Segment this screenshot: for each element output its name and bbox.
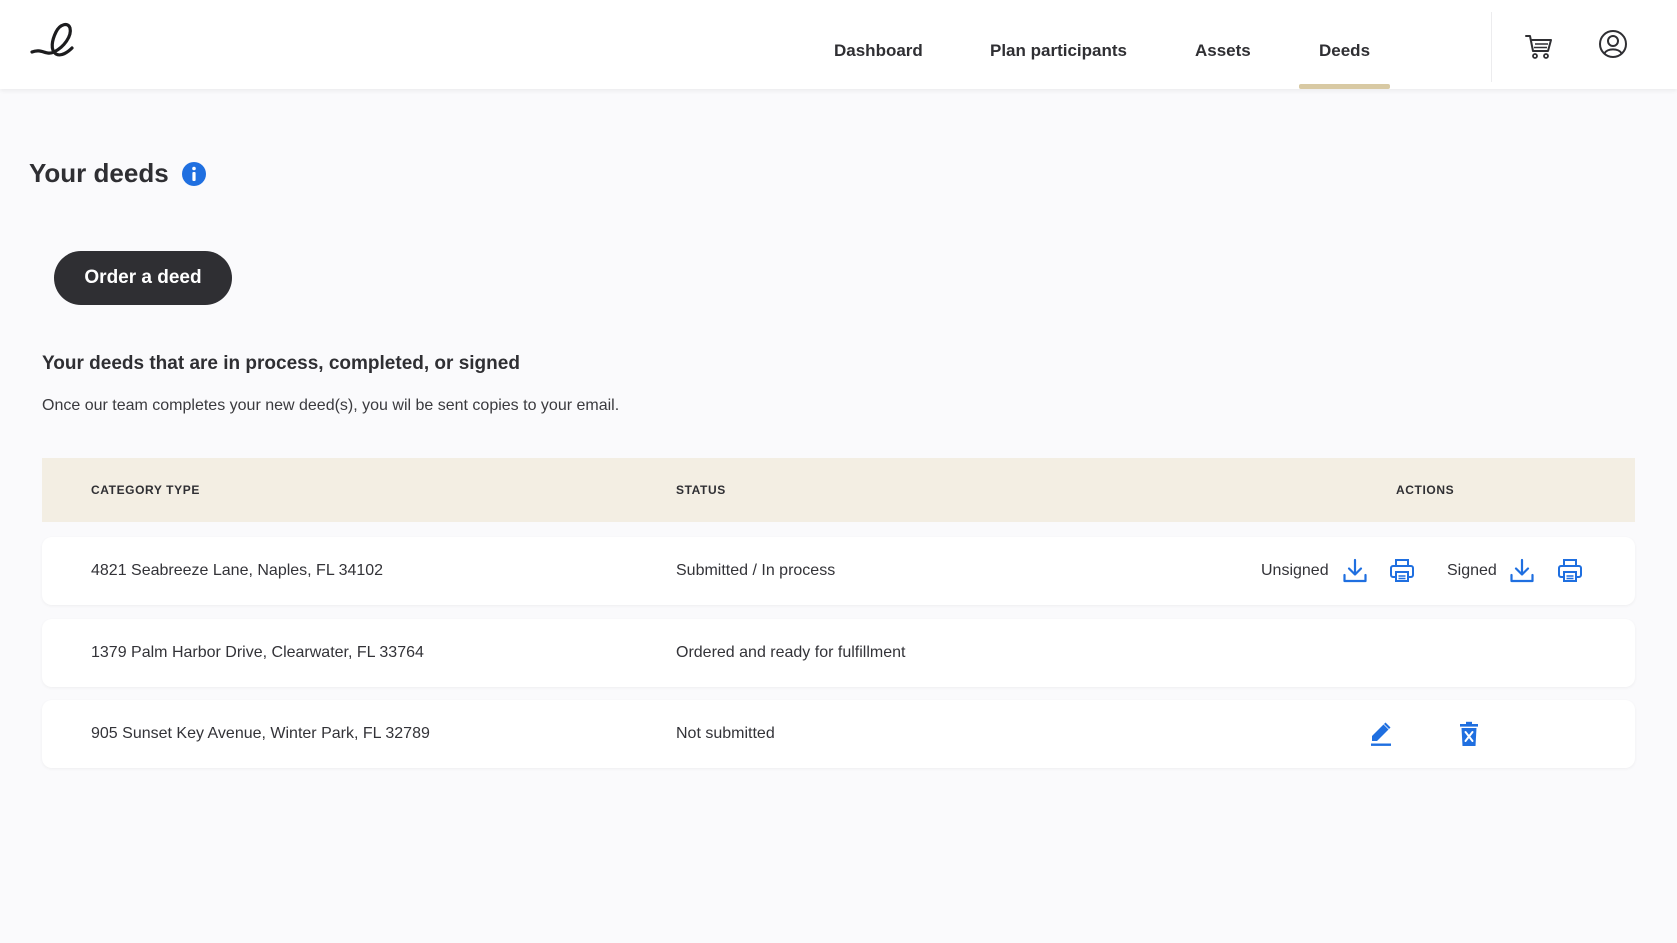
download-icon[interactable] [1341, 557, 1369, 585]
signed-label: Signed [1447, 562, 1497, 579]
nav-plan-participants[interactable]: Plan participants [990, 0, 1127, 89]
print-icon[interactable] [1388, 557, 1416, 585]
edit-icon[interactable] [1367, 720, 1395, 748]
column-header-actions: ACTIONS [1396, 483, 1455, 497]
nav-assets[interactable]: Assets [1195, 0, 1251, 89]
cart-icon[interactable] [1522, 29, 1556, 63]
row-category: 905 Sunset Key Avenue, Winter Park, FL 3… [91, 725, 430, 742]
print-icon[interactable] [1556, 557, 1584, 585]
delete-icon[interactable] [1455, 720, 1483, 748]
row-category: 1379 Palm Harbor Drive, Clearwater, FL 3… [91, 644, 424, 661]
column-header-category-type: CATEGORY TYPE [91, 483, 200, 497]
row-status: Not submitted [676, 725, 775, 742]
logo-icon[interactable] [28, 18, 78, 62]
section-subtitle: Once our team completes your new deed(s)… [42, 397, 620, 414]
download-icon[interactable] [1508, 557, 1536, 585]
unsigned-label: Unsigned [1261, 562, 1329, 579]
nav-divider [1491, 12, 1492, 82]
row-status: Submitted / In process [676, 562, 836, 579]
table-row: 905 Sunset Key Avenue, Winter Park, FL 3… [42, 700, 1635, 768]
info-icon[interactable] [181, 161, 207, 187]
table-header: CATEGORY TYPE STATUS ACTIONS [42, 458, 1635, 522]
table-row: 1379 Palm Harbor Drive, Clearwater, FL 3… [42, 619, 1635, 687]
order-deed-button[interactable]: Order a deed [54, 251, 232, 305]
page-title: Your deeds [29, 158, 169, 188]
nav-dashboard[interactable]: Dashboard [834, 0, 923, 89]
row-category: 4821 Seabreeze Lane, Naples, FL 34102 [91, 562, 384, 579]
nav-deeds[interactable]: Deeds [1298, 0, 1391, 89]
section-title: Your deeds that are in process, complete… [42, 353, 520, 374]
account-icon[interactable] [1596, 27, 1630, 61]
table-row: 4821 Seabreeze Lane, Naples, FL 34102 Su… [42, 537, 1635, 605]
row-status: Ordered and ready for fulfillment [676, 644, 906, 661]
column-header-status: STATUS [676, 483, 726, 497]
top-navigation-bar: Dashboard Plan participants Assets Deeds [0, 0, 1677, 89]
